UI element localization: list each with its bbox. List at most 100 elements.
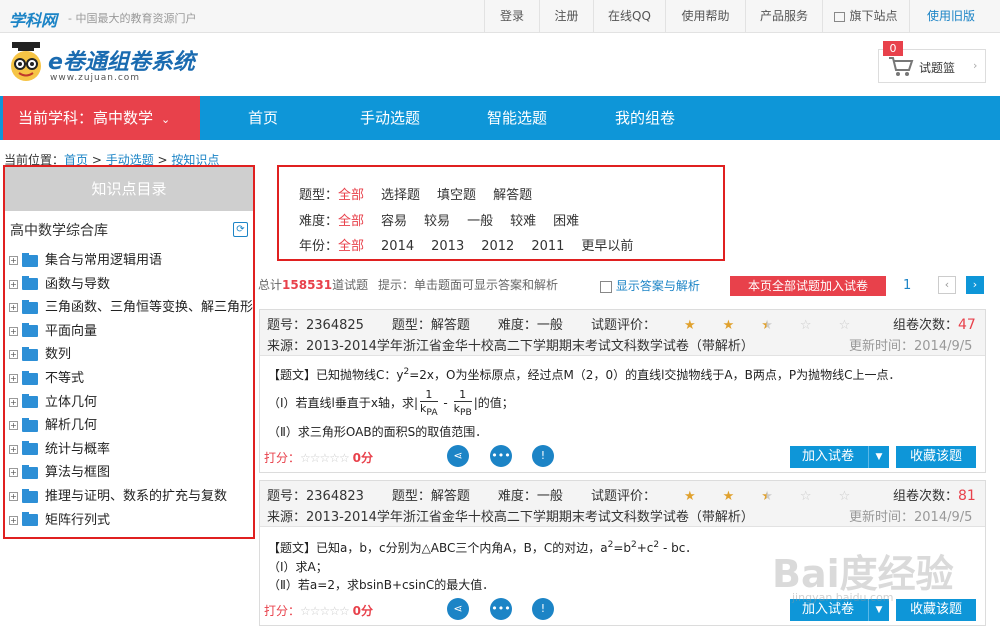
filter-type-row: 题型：全部 选择题 填空题 解答题 — [299, 184, 549, 203]
expand-icon[interactable]: + — [9, 256, 18, 265]
filter-option[interactable]: 较易 — [424, 214, 450, 229]
favorite-button[interactable]: 收藏该题 — [896, 446, 976, 468]
star-empty-icon: ☆ — [838, 318, 851, 333]
filter-option[interactable]: 解答题 — [493, 188, 532, 203]
filter-option[interactable]: 全部 — [338, 214, 364, 229]
tree-item[interactable]: + 立体几何 — [9, 393, 97, 413]
filter-option[interactable]: 2014 — [381, 239, 414, 254]
site-logo[interactable]: e卷通组卷系统 www.zujuan.com — [6, 40, 206, 90]
fraction-num: 1 — [453, 388, 472, 402]
rating-label: 试题评价： — [590, 489, 656, 504]
total-count: 158531 — [282, 278, 333, 292]
tree-header: 知识点目录 — [5, 167, 253, 211]
subject-selector[interactable]: 当前学科：高中数学 ⌄ — [3, 96, 200, 140]
filter-option[interactable]: 一般 — [467, 214, 493, 229]
tree-item[interactable]: + 统计与概率 — [9, 440, 110, 460]
nav-home[interactable]: 首页 — [248, 96, 278, 140]
question-rating: 试题评价： ★ ★ ★ ☆ ☆ — [591, 489, 905, 504]
site-slogan: - 中国最大的教育资源门户 — [68, 12, 197, 25]
next-page-icon[interactable]: › — [966, 276, 984, 294]
question-body-line: （Ⅰ）若直线l垂直于x轴，求| 1 kPA - 1 kPB |的值； — [268, 388, 514, 419]
expand-icon[interactable]: + — [9, 515, 18, 525]
tree-item[interactable]: + 数列 — [9, 345, 71, 365]
comment-icon[interactable]: ••• — [490, 598, 512, 620]
expand-icon[interactable]: + — [9, 350, 18, 360]
fraction: 1 kPB — [453, 388, 472, 419]
tree-item[interactable]: + 不等式 — [9, 369, 84, 389]
expand-icon[interactable]: + — [9, 421, 18, 431]
filter-option[interactable]: 容易 — [381, 214, 407, 229]
chevron-down-icon[interactable]: ▼ — [868, 446, 889, 468]
total-suffix: 道试题 — [332, 278, 369, 292]
question-card[interactable]: 题号：2364825 题型：解答题 难度：一般 试题评价： ★ ★ ★ ☆ ☆ 组卷次数：47 … — [259, 309, 986, 473]
online-qq-link[interactable]: 在线QQ — [593, 0, 665, 33]
body-text: 【题文】已知a，b，c分别为△ABC三个内角A，B，C的对边，a — [268, 541, 608, 555]
tree-item[interactable]: + 函数与导数 — [9, 275, 110, 295]
report-icon[interactable]: ! — [532, 445, 554, 467]
show-answer-checkbox[interactable] — [600, 280, 612, 293]
expand-icon[interactable]: + — [9, 397, 18, 407]
basket-label: 试题篮 — [919, 61, 956, 75]
score-stars[interactable]: ☆☆☆☆☆ — [300, 604, 350, 618]
body-text: =b — [613, 541, 631, 555]
expand-icon[interactable]: + — [9, 468, 18, 478]
refresh-icon[interactable]: ⟳ — [233, 222, 248, 237]
filter-option[interactable]: 选择题 — [381, 188, 420, 203]
filter-option[interactable]: 全部 — [338, 188, 364, 203]
nav-smart-select[interactable]: 智能选题 — [487, 96, 547, 140]
question-source: 来源：2013-2014学年浙江省金华十校高二下学期期末考试文科数学试卷（带解析… — [267, 339, 754, 354]
filter-option[interactable]: 困难 — [553, 214, 579, 229]
page-number[interactable]: 1 — [903, 278, 911, 293]
tree-item[interactable]: + 解析几何 — [9, 416, 97, 436]
old-version-link[interactable]: 使用旧版 — [909, 0, 992, 33]
product-service-link[interactable]: 产品服务 — [745, 0, 822, 33]
filter-option[interactable]: 较难 — [510, 214, 536, 229]
report-icon[interactable]: ! — [532, 598, 554, 620]
filter-option[interactable]: 全部 — [338, 239, 364, 254]
expand-icon[interactable]: + — [9, 444, 18, 454]
register-link[interactable]: 注册 — [539, 0, 593, 33]
filter-option[interactable]: 填空题 — [437, 188, 476, 203]
comment-icon[interactable]: ••• — [490, 445, 512, 467]
baidu-watermark: Bai度经验 jingyan.baidu.com — [772, 543, 992, 613]
tree-item[interactable]: + 矩阵行列式 — [9, 511, 110, 531]
tree-item[interactable]: + 集合与常用逻辑用语 — [9, 251, 162, 271]
folder-icon — [22, 252, 38, 267]
fraction-num: 1 — [420, 388, 438, 402]
expand-icon[interactable]: + — [9, 326, 18, 336]
folder-icon — [22, 346, 38, 361]
tree-root[interactable]: 高中数学综合库 — [10, 220, 108, 240]
login-link[interactable]: 登录 — [484, 0, 539, 33]
nav-my-papers[interactable]: 我的组卷 — [615, 96, 675, 140]
filter-option[interactable]: 2013 — [431, 239, 464, 254]
tree-item[interactable]: + 推理与证明、数系的扩充与复数 — [9, 487, 227, 507]
tree-item[interactable]: + 三角函数、三角恒等变换、解三角形 — [9, 298, 253, 318]
help-link[interactable]: 使用帮助 — [665, 0, 745, 33]
tree-item-label: 立体几何 — [45, 394, 98, 410]
knowledge-tree-panel: 知识点目录 高中数学综合库 ⟳ + 集合与常用逻辑用语 + 函数与导数 + 三角函数、三角… — [3, 165, 255, 539]
add-to-paper-button[interactable]: 加入试卷 ▼ — [790, 446, 889, 468]
expand-icon[interactable]: + — [9, 303, 18, 313]
show-answer-toggle[interactable]: 显示答案与解析 — [600, 277, 700, 294]
filter-option[interactable]: 2011 — [531, 239, 564, 254]
score-stars[interactable]: ☆☆☆☆☆ — [300, 451, 350, 465]
star-half-icon: ★ — [761, 489, 773, 504]
filter-label: 年份： — [299, 239, 339, 254]
filter-option[interactable]: 更早以前 — [581, 239, 633, 254]
expand-icon[interactable]: + — [9, 279, 18, 289]
expand-icon[interactable]: + — [9, 492, 18, 501]
tree-item[interactable]: + 算法与框图 — [9, 463, 110, 483]
share-icon[interactable]: ⋖ — [447, 445, 469, 467]
score-area: 打分：☆☆☆☆☆ 0分 — [264, 602, 373, 619]
star-half-icon: ★ — [761, 318, 773, 333]
prev-page-icon[interactable]: ‹ — [938, 276, 956, 294]
share-icon[interactable]: ⋖ — [447, 598, 469, 620]
add-all-button[interactable]: 本页全部试题加入试卷 — [730, 276, 886, 296]
site-brand[interactable]: 学科网 — [9, 7, 57, 31]
tree-item[interactable]: + 平面向量 — [9, 322, 97, 342]
main-nav: 当前学科：高中数学 ⌄ 首页 手动选题 智能选题 我的组卷 — [0, 96, 1000, 140]
nav-manual-select[interactable]: 手动选题 — [360, 96, 420, 140]
sub-sites-link[interactable]: 旗下站点 — [822, 0, 909, 33]
expand-icon[interactable]: + — [9, 374, 18, 383]
filter-option[interactable]: 2012 — [481, 239, 514, 254]
